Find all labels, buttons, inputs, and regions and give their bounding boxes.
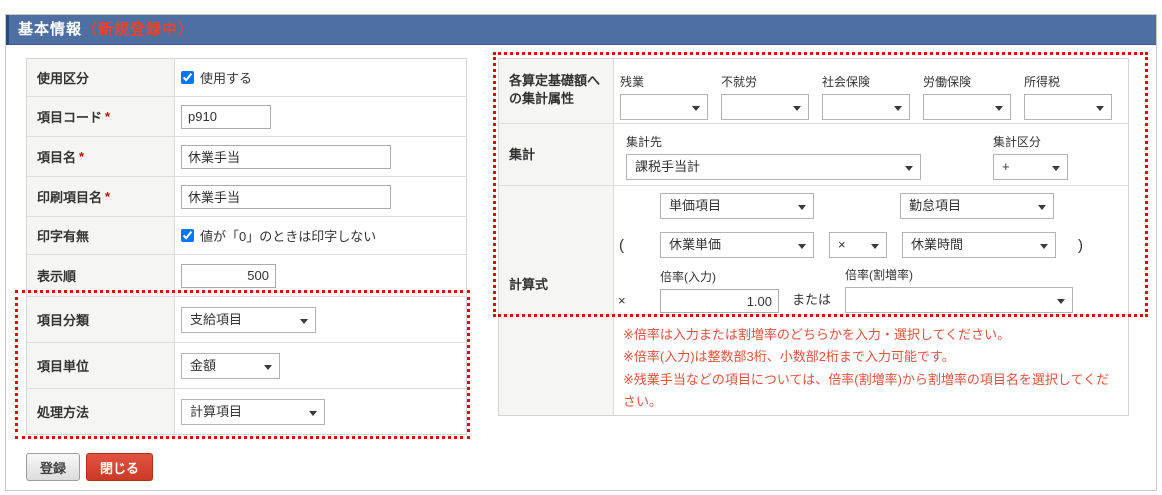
calculation-table: 各算定基礎額への集計属性 残業 不就労 社会保険 労働保険 所得税 集計 集計先… <box>498 58 1129 416</box>
display-order-input[interactable] <box>181 263 276 288</box>
row-print-name: 印刷項目名 * <box>27 177 466 217</box>
row-notes: ※倍率は入力または割増率のどちらかを入力・選択してください。 ※倍率(入力)は整… <box>499 315 1128 415</box>
print-name-label: 印刷項目名 <box>37 190 103 205</box>
item-unit-select[interactable]: 金額 <box>181 352 280 379</box>
register-button[interactable]: 登録 <box>26 453 81 481</box>
overtime-select[interactable] <box>620 93 708 120</box>
aggregate-type-group: 集計区分 + <box>993 133 1068 180</box>
social-insurance-select[interactable] <box>822 93 910 120</box>
panel-body: 使用区分 使用する 項目コード* 項目名* <box>6 45 1156 491</box>
aggregate-dest-select[interactable]: 課税手当計 <box>626 154 921 180</box>
rate-input-group: 倍率(入力) <box>660 268 779 313</box>
aggregate-type-select[interactable]: + <box>993 154 1068 180</box>
print-flag-checkbox-wrap[interactable]: 値が「0」のときは印字しない <box>181 226 376 245</box>
income-tax-select[interactable] <box>1024 93 1112 120</box>
income-tax-group: 所得税 <box>1024 73 1112 120</box>
right-column: 各算定基礎額への集計属性 残業 不就労 社会保険 労働保険 所得税 集計 集計先… <box>498 58 1129 416</box>
labor-insurance-label: 労働保険 <box>923 74 972 89</box>
formula-label: 計算式 <box>509 277 549 293</box>
print-name-input[interactable] <box>181 184 391 209</box>
row-aggregate: 集計 集計先 課税手当計 集計区分 + <box>499 124 1128 186</box>
item-category-label: 項目分類 <box>37 313 90 328</box>
row-process-method: 処理方法 計算項目 <box>27 389 466 434</box>
basic-settings-table: 使用区分 使用する 項目コード* 項目名* <box>26 58 467 435</box>
usage-label: 使用区分 <box>37 71 90 86</box>
item-code-label: 項目コード <box>37 110 103 125</box>
basic-info-panel: 基本情報（新規登録中） 使用区分 使用する 項目コード * p910 項目名 *… <box>5 14 1157 491</box>
usage-checkbox-label: 使用する <box>200 71 253 86</box>
social-insurance-group: 社会保険 <box>822 73 910 120</box>
row-item-code: 項目コード * <box>27 97 466 137</box>
usage-checkbox[interactable] <box>181 71 194 84</box>
rate-input-label: 倍率(入力) <box>660 270 716 284</box>
aggregate-dest-label: 集計先 <box>626 135 663 149</box>
overtime-label: 残業 <box>620 74 645 89</box>
operator-select[interactable]: × <box>829 232 887 258</box>
overtime-group: 残業 <box>620 73 708 120</box>
item-category-select[interactable]: 支給項目 <box>181 306 316 333</box>
panel-header: 基本情報（新規登録中） <box>6 15 1156 45</box>
row-item-category: 項目分類 支給項目 <box>27 297 466 343</box>
display-order-label: 表示順 <box>37 269 77 284</box>
rate-percent-label: 倍率(割増率) <box>845 268 914 282</box>
print-flag-label: 印字有無 <box>37 229 90 244</box>
process-method-select[interactable]: 計算項目 <box>181 398 325 425</box>
aggregate-dest-group: 集計先 課税手当計 <box>626 133 921 180</box>
social-insurance-label: 社会保険 <box>822 74 871 89</box>
close-paren: ) <box>1078 236 1083 254</box>
attendance-item-type-select[interactable]: 勤怠項目 <box>900 193 1054 219</box>
usage-checkbox-wrap[interactable]: 使用する <box>181 68 252 87</box>
note-line: ※倍率(入力)は整数部3桁、小数部2桁まで入力可能です。 <box>623 349 955 365</box>
row-usage: 使用区分 使用する <box>27 59 466 97</box>
unit-item-select[interactable]: 休業単価 <box>660 232 814 258</box>
item-name-input[interactable] <box>181 144 391 169</box>
panel-status: （新規登録中） <box>82 21 195 38</box>
aggregate-type-label: 集計区分 <box>993 135 1042 149</box>
absence-select[interactable] <box>721 93 809 120</box>
item-unit-label: 項目単位 <box>37 359 90 374</box>
item-code-input[interactable] <box>181 104 271 129</box>
left-column: 使用区分 使用する 項目コード* 項目名* <box>26 58 467 481</box>
aggregate-label: 集計 <box>509 146 536 162</box>
rate-percent-select[interactable] <box>845 287 1074 313</box>
item-name-label: 項目名 <box>37 150 77 165</box>
or-text: または <box>792 292 832 307</box>
panel-title: 基本情報 <box>18 21 83 38</box>
required-mark: * <box>79 149 85 164</box>
row-print-flag: 印字有無 値が「0」のときは印字しない <box>27 217 466 255</box>
multiply-sign: × <box>618 293 626 308</box>
rate-percent-group: 倍率(割増率) <box>845 266 1074 313</box>
row-formula: 計算式 単価項目 勤怠項目 ( 休業単価 × 休業時間 ) × 倍率(入力) 1… <box>499 186 1128 315</box>
unit-item-type-select[interactable]: 単価項目 <box>660 193 814 219</box>
notes: ※倍率は入力または割増率のどちらかを入力・選択してください。 ※倍率(入力)は整… <box>614 315 1128 415</box>
open-paren: ( <box>619 236 624 254</box>
row-item-name: 項目名 * <box>27 137 466 177</box>
close-button[interactable]: 閉じる <box>86 453 154 481</box>
required-mark: * <box>105 109 111 124</box>
absence-label: 不就労 <box>721 74 758 89</box>
required-mark: * <box>105 189 111 204</box>
rate-input[interactable] <box>660 289 779 313</box>
note-line: ※残業手当などの項目については、倍率(割増率)から割増率の項目名を選択してくださ… <box>623 371 1110 410</box>
income-tax-label: 所得税 <box>1024 74 1061 89</box>
process-method-label: 処理方法 <box>37 405 90 420</box>
print-flag-checkbox[interactable] <box>181 229 194 242</box>
labor-insurance-select[interactable] <box>923 93 1011 120</box>
absence-group: 不就労 <box>721 73 809 120</box>
row-display-order: 表示順 <box>27 255 466 297</box>
attendance-item-select[interactable]: 休業時間 <box>902 232 1056 258</box>
row-item-unit: 項目単位 金額 <box>27 343 466 389</box>
print-flag-checkbox-label: 値が「0」のときは印字しない <box>200 229 377 244</box>
aggregate-attrs-label: 各算定基礎額への集計属性 <box>509 73 601 106</box>
row-aggregate-attrs: 各算定基礎額への集計属性 残業 不就労 社会保険 労働保険 所得税 <box>499 59 1128 124</box>
note-line: ※倍率は入力または割増率のどちらかを入力・選択してください。 <box>623 327 1011 342</box>
labor-insurance-group: 労働保険 <box>923 73 1011 120</box>
button-row: 登録 閉じる <box>26 453 467 481</box>
